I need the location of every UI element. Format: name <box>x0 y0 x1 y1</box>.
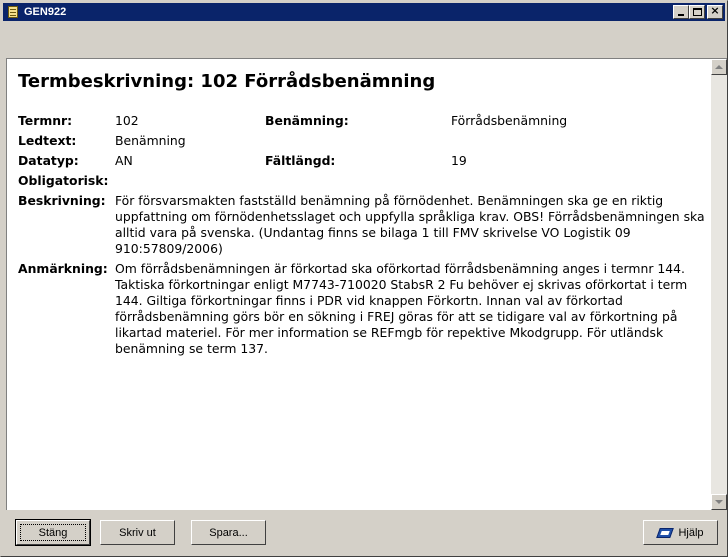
anmarkning-label: Anmärkning: <box>18 261 108 276</box>
termnr-value: 102 <box>115 113 139 128</box>
minimize-icon <box>678 14 684 16</box>
ledtext-row: Ledtext: Benämning <box>18 133 708 149</box>
arrow-up-icon <box>715 65 723 69</box>
vertical-scrollbar[interactable] <box>711 59 727 510</box>
help-button[interactable]: Hjälp <box>643 520 718 545</box>
obligatorisk-row: Obligatorisk: <box>18 173 708 189</box>
ledtext-value: Benämning <box>115 133 186 148</box>
datatyp-value: AN <box>115 153 133 168</box>
print-button-label: Skriv ut <box>119 526 156 539</box>
anmarkning-row: Anmärkning: Om förrådsbenämningen är för… <box>18 261 708 357</box>
faltlangd-value: 19 <box>451 153 467 168</box>
term-document: Termbeskrivning: 102 Förrådsbenämning Te… <box>18 71 708 361</box>
beskrivning-text: För försvarsmakten fastställd benämning … <box>115 193 705 256</box>
window-title: GEN922 <box>24 6 67 18</box>
save-button[interactable]: Spara... <box>191 520 266 545</box>
document-icon <box>6 5 20 19</box>
term-description-panel: Termbeskrivning: 102 Förrådsbenämning Te… <box>6 58 727 510</box>
benamning-label: Benämning: <box>265 113 349 128</box>
termnr-row: Termnr: 102 Benämning: Förrådsbenämning <box>18 113 708 129</box>
print-button[interactable]: Skriv ut <box>100 520 175 545</box>
obligatorisk-label: Obligatorisk: <box>18 173 109 188</box>
scroll-up-button[interactable] <box>711 59 727 75</box>
save-button-label: Spara... <box>209 526 248 539</box>
app-window: GEN922 × Termbeskrivning: 102 Förrådsben… <box>0 0 728 557</box>
ledtext-label: Ledtext: <box>18 133 77 148</box>
close-button[interactable]: Stäng <box>15 519 91 546</box>
maximize-button[interactable] <box>689 5 705 19</box>
benamning-value: Förrådsbenämning <box>451 113 568 128</box>
termnr-label: Termnr: <box>18 113 73 128</box>
help-button-label: Hjälp <box>678 526 704 539</box>
faltlangd-label: Fältlängd: <box>265 153 336 168</box>
beskrivning-label: Beskrivning: <box>18 193 106 208</box>
close-window-button[interactable]: × <box>707 4 723 19</box>
beskrivning-row: Beskrivning: För försvarsmakten faststäl… <box>18 193 708 257</box>
focus-indicator <box>20 524 86 541</box>
window-controls: × <box>673 4 723 19</box>
minimize-button[interactable] <box>673 5 689 19</box>
help-book-icon <box>656 526 675 540</box>
anmarkning-text: Om förrådsbenämningen är förkortad ska o… <box>115 261 688 356</box>
datatyp-row: Datatyp: AN Fältlängd: 19 <box>18 153 708 169</box>
title-bar[interactable]: GEN922 × <box>3 3 725 21</box>
maximize-icon <box>693 8 702 16</box>
page-title: Termbeskrivning: 102 Förrådsbenämning <box>18 71 436 92</box>
close-icon: × <box>710 4 720 17</box>
scroll-down-button[interactable] <box>711 494 727 510</box>
datatyp-label: Datatyp: <box>18 153 79 168</box>
arrow-down-icon <box>715 500 723 504</box>
